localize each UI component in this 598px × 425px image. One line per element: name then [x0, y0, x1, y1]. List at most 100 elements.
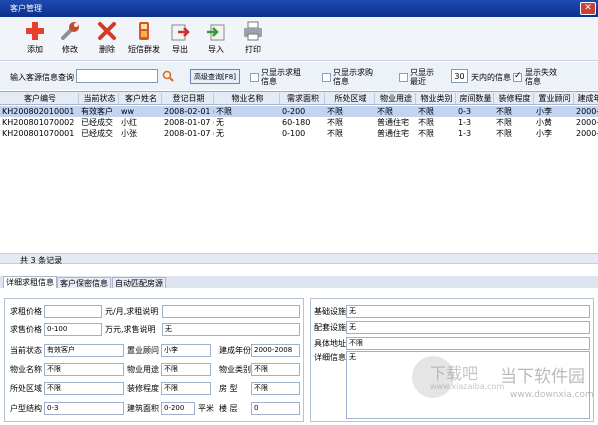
layout-field[interactable]: 0-3 — [44, 402, 124, 415]
decoration-label: 装修程度 — [127, 384, 159, 393]
col-header-usage[interactable]: 物业用途 — [375, 93, 416, 104]
rent-note-field[interactable] — [162, 305, 300, 318]
plus-icon — [26, 22, 44, 40]
built-year-field[interactable]: 2000-2008 — [251, 344, 300, 357]
sale-unit-label: 万元,求售说明 — [105, 325, 156, 334]
filter-bar: 输入客源信息查询 高级查询[F8] 只显示求租 信息 只显示求购 信息 只显示 … — [0, 62, 598, 90]
col-header-name[interactable]: 客户姓名 — [119, 93, 162, 104]
close-button[interactable]: ✕ — [580, 2, 596, 15]
cell-usage: 普通住宅 — [377, 129, 409, 138]
search-icon[interactable] — [162, 70, 174, 84]
tab-customer-private[interactable]: 客户保密信息 — [57, 277, 111, 288]
only-buy-checkbox[interactable] — [322, 73, 331, 82]
window-title: 客户管理 — [10, 4, 42, 13]
table-row[interactable]: KH200801070002 已经成交 小红 2008-01-07 (无 60-180 不… — [0, 117, 598, 128]
col-header-customer-id[interactable]: 客户编号 — [0, 93, 79, 104]
usage-field[interactable]: 不限 — [161, 363, 211, 376]
facility-field[interactable]: 无 — [346, 305, 590, 318]
cell-district: 不限 — [327, 118, 343, 127]
window-titlebar: 客户管理 ✕ — [0, 0, 598, 17]
cell-customer-id: KH200802010001 — [2, 107, 75, 116]
amenity-field[interactable]: 无 — [346, 321, 590, 334]
tab-rent-details[interactable]: 详细求租信息 — [3, 276, 57, 288]
col-header-property[interactable]: 物业名称 — [214, 93, 280, 104]
cell-area: 60-180 — [282, 118, 311, 127]
detail-tabs: 详细求租信息 客户保密信息 自动匹配房源 — [0, 276, 598, 288]
amenity-label: 配套设施 — [314, 323, 346, 332]
col-header-status[interactable]: 当前状态 — [79, 93, 119, 104]
wrench-icon — [61, 22, 79, 40]
col-header-district[interactable]: 所处区域 — [325, 93, 375, 104]
search-input[interactable] — [76, 69, 158, 83]
cell-advisor: 小黄 — [536, 118, 552, 127]
cell-date: 2008-02-01 ( — [164, 107, 214, 116]
cell-date: 2008-01-07 ( — [164, 118, 214, 127]
status-bar: 共 3 条记录 — [0, 253, 598, 265]
cell-area: 0-100 — [282, 129, 306, 138]
category-field[interactable]: 不限 — [251, 363, 300, 376]
cell-usage: 普通住宅 — [377, 118, 409, 127]
rent-price-field[interactable] — [44, 305, 102, 318]
add-button[interactable]: 添加 — [17, 20, 53, 60]
cell-district: 不限 — [327, 107, 343, 116]
usage-label: 物业用途 — [127, 365, 159, 374]
days-label: 天内的信息 — [471, 73, 511, 82]
decoration-field[interactable]: 不限 — [161, 382, 211, 395]
district-field[interactable]: 不限 — [44, 382, 124, 395]
cell-category: 不限 — [418, 118, 434, 127]
cell-category: 不限 — [418, 129, 434, 138]
edit-button[interactable]: 修改 — [52, 20, 88, 60]
table-row[interactable]: KH200801070001 已经成交 小张 2008-01-07 (无 0-100 不限… — [0, 128, 598, 139]
sms-button[interactable]: 短信群发 — [126, 20, 162, 60]
table-row[interactable]: KH200802010001 有效客户 ww 2008-02-01 (不限 0-200 不… — [0, 106, 598, 117]
detail-panel: 求租价格 元/月,求租说明 求售价格 0-100 万元,求售说明 无 当前状态 … — [0, 288, 598, 425]
cell-customer-id: KH200801070002 — [2, 118, 75, 127]
col-header-category[interactable]: 物业类别 — [416, 93, 456, 104]
only-recent-label-2: 最近 — [410, 77, 426, 86]
status-field[interactable]: 有效客户 — [44, 344, 124, 357]
detail-info-label: 详细信息 — [314, 353, 346, 362]
advisor-field[interactable]: 小李 — [161, 344, 211, 357]
show-invalid-label: 显示失效 — [525, 68, 557, 77]
sale-price-field[interactable]: 0-100 — [44, 323, 102, 336]
only-rent-label: 只显示求租 — [261, 68, 301, 77]
cell-rooms: 0-3 — [458, 107, 472, 116]
house-type-field[interactable]: 不限 — [251, 382, 300, 395]
cell-usage: 不限 — [377, 107, 393, 116]
days-input[interactable] — [451, 69, 468, 83]
col-header-built-year[interactable]: 建成年 — [574, 93, 598, 104]
delete-button[interactable]: 删除 — [89, 20, 125, 60]
print-button[interactable]: 打印 — [235, 20, 271, 60]
status-label: 当前状态 — [10, 346, 42, 355]
export-button[interactable]: 导出 — [162, 20, 198, 60]
only-rent-checkbox[interactable] — [250, 73, 259, 82]
cell-built-year: 2000-2 — [576, 107, 598, 116]
property-name-field[interactable]: 不限 — [44, 363, 124, 376]
cell-decoration: 不限 — [496, 107, 512, 116]
only-recent-checkbox[interactable] — [399, 73, 408, 82]
tab-auto-match[interactable]: 自动匹配房源 — [112, 277, 166, 288]
delete-x-icon — [98, 22, 116, 40]
sale-note-field[interactable]: 无 — [162, 323, 300, 336]
only-buy-label: 只显示求购 — [333, 68, 373, 77]
col-header-rooms[interactable]: 房间数量 — [456, 93, 494, 104]
advanced-search-button[interactable]: 高级查询[F8] — [190, 69, 240, 84]
cell-customer-id: KH200801070001 — [2, 129, 75, 138]
area-field[interactable]: 0-200 — [161, 402, 195, 415]
cell-category: 不限 — [418, 107, 434, 116]
detail-info-field[interactable]: 无 — [346, 351, 590, 419]
import-icon — [207, 24, 225, 41]
address-field[interactable]: 不限 — [346, 337, 590, 350]
toolbar: 添加 修改 删除 短信群发 导出 导入 打印 — [0, 17, 598, 61]
col-header-advisor[interactable]: 置业顾问 — [534, 93, 574, 104]
rent-unit-label: 元/月,求租说明 — [105, 307, 159, 316]
col-header-area[interactable]: 需求面积 — [280, 93, 325, 104]
floor-field[interactable]: 0 — [251, 402, 300, 415]
district-label: 所处区域 — [10, 384, 42, 393]
customer-grid: 客户编号 当前状态 客户姓名 登记日期 物业名称 需求面积 所处区域 物业用途 … — [0, 91, 598, 253]
import-button[interactable]: 导入 — [198, 20, 234, 60]
col-header-date[interactable]: 登记日期 — [162, 93, 214, 104]
col-header-decoration[interactable]: 装修程度 — [494, 93, 534, 104]
show-invalid-checkbox[interactable] — [513, 71, 522, 82]
add-label: 添加 — [27, 45, 43, 54]
